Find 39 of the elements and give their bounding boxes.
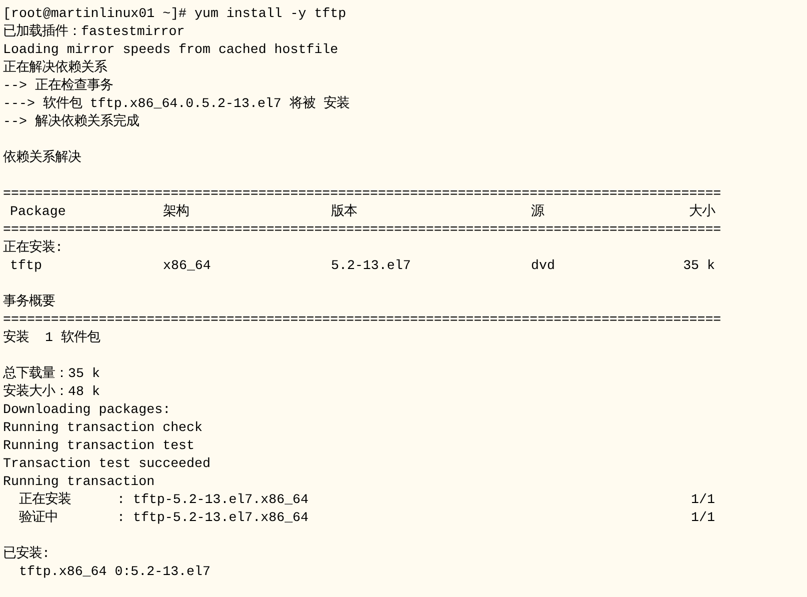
step-label: 验证中 — [19, 510, 58, 525]
table-cell: 5.2-13.el7 — [331, 258, 411, 273]
terminal-line: 安装大小：48 k — [3, 384, 100, 399]
terminal-line: Downloading packages: — [3, 402, 171, 417]
terminal-line: 已加载插件：fastestmirror — [3, 24, 185, 39]
terminal-line: --> 解决依赖关系完成 — [3, 114, 139, 129]
step-label: 正在安装 — [19, 492, 71, 507]
terminal-line: 正在安装: — [3, 240, 63, 255]
separator-line: ========================================================================================== — [3, 312, 722, 327]
step-package: : tftp-5.2-13.el7.x86_64 — [117, 510, 309, 525]
terminal-line: 依赖关系解决 — [3, 150, 81, 165]
step-package: : tftp-5.2-13.el7.x86_64 — [117, 492, 309, 507]
table-cell: dvd — [531, 258, 555, 273]
terminal-line: 正在解决依赖关系 — [3, 60, 107, 75]
table-header-cell: 版本 — [331, 204, 357, 219]
terminal-line: tftp.x86_64 0:5.2-13.el7 — [18, 564, 210, 579]
table-header-cell: 大小 — [689, 204, 715, 219]
table-cell: x86_64 — [163, 258, 211, 273]
terminal-line: 已安装: — [3, 546, 50, 561]
terminal-line: Running transaction test — [3, 438, 195, 453]
terminal-line: ---> 软件包 tftp.x86_64.0.5.2-13.el7 将被 安装 — [3, 96, 350, 111]
separator-line: ========================================================================================== — [3, 186, 722, 201]
table-header-cell: 源 — [531, 204, 544, 219]
terminal-line: Running transaction check — [3, 420, 202, 435]
table-cell: tftp — [10, 258, 42, 273]
terminal-line: Loading mirror speeds from cached hostfile — [3, 42, 338, 57]
table-header-cell: 架构 — [163, 204, 189, 219]
table-header-cell: Package — [10, 204, 66, 219]
terminal-line: --> 正在检查事务 — [3, 78, 113, 93]
terminal-line: 总下载量：35 k — [3, 366, 100, 381]
terminal-line: Transaction test succeeded — [3, 456, 210, 471]
step-count: 1/1 — [691, 510, 715, 525]
terminal-line: 事务概要 — [3, 294, 55, 309]
table-cell: 35 k — [683, 258, 715, 273]
separator-line: ========================================================================================== — [3, 222, 722, 237]
terminal-line: Running transaction — [3, 474, 155, 489]
step-count: 1/1 — [691, 492, 715, 507]
terminal-line: [root@martinlinux01 ~]# yum install -y tftp — [3, 6, 346, 21]
terminal-line: 安装 1 软件包 — [3, 330, 100, 345]
